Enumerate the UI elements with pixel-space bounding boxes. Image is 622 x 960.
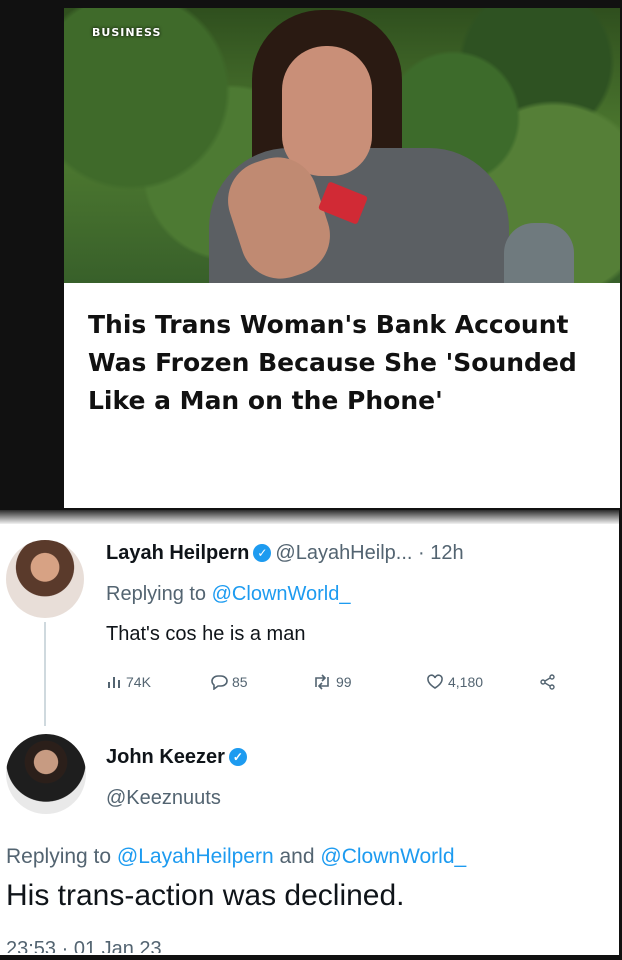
share-button[interactable] — [540, 674, 556, 690]
author-name[interactable]: John Keezer — [106, 746, 225, 768]
views-icon — [108, 677, 120, 688]
replying-to: Replying to @LayahHeilpern and @ClownWor… — [6, 845, 466, 869]
reply-icon — [211, 675, 228, 690]
screenshot-frame: BUSINESS This Trans Woman's Bank Account… — [0, 0, 622, 960]
category-badge: BUSINESS — [92, 26, 162, 39]
replying-prefix: Replying to — [106, 583, 207, 605]
divider — [0, 510, 619, 524]
photo-chair — [504, 223, 574, 283]
author-handle[interactable]: @Keeznuuts — [106, 787, 221, 810]
replying-prefix: Replying to — [6, 845, 112, 868]
verified-icon: ✓ — [253, 544, 272, 562]
tweet-text: That's cos he is a man — [106, 623, 306, 645]
share-icon — [540, 674, 555, 690]
tweet-timestamp[interactable]: 23:53 · 01 Jan 23 — [6, 939, 162, 953]
retweet-count: 99 — [336, 674, 352, 690]
avatar[interactable] — [6, 540, 84, 618]
thread-connector — [44, 622, 46, 726]
like-button[interactable]: 4,180 — [426, 674, 483, 690]
mention-link[interactable]: @LayahHeilpern — [117, 845, 274, 868]
tweet-header: Layah Heilpern ✓ @LayahHeilp... · 12h — [106, 542, 464, 565]
verified-icon: ✓ — [228, 748, 247, 766]
views-button[interactable]: 74K — [106, 674, 151, 690]
replying-to: Replying to @ClownWorld_ — [106, 583, 351, 606]
retweet-icon — [315, 674, 329, 690]
replying-and: and — [279, 845, 315, 868]
views-count: 74K — [126, 674, 151, 690]
separator: · — [418, 542, 425, 564]
tweet-actions: 74K 85 99 4,180 — [106, 674, 566, 696]
like-icon — [427, 674, 443, 689]
article-photo: BUSINESS — [64, 8, 620, 283]
author-name[interactable]: Layah Heilpern — [106, 542, 249, 564]
tweet-time[interactable]: 12h — [430, 542, 463, 564]
author-handle[interactable]: @LayahHeilp... — [275, 542, 412, 564]
article-card[interactable]: BUSINESS This Trans Woman's Bank Account… — [64, 8, 620, 508]
avatar[interactable] — [6, 734, 86, 814]
mention-link[interactable]: @ClownWorld_ — [320, 845, 466, 868]
reply-button[interactable]: 85 — [210, 674, 248, 690]
photo-subject-face — [282, 46, 372, 176]
retweet-button[interactable]: 99 — [312, 674, 352, 690]
tweet-thread: Layah Heilpern ✓ @LayahHeilp... · 12h Repl… — [0, 510, 619, 955]
reply-count: 85 — [232, 674, 248, 690]
mention-link[interactable]: @ClownWorld_ — [212, 583, 351, 605]
like-count: 4,180 — [448, 674, 484, 690]
tweet-header: John Keezer ✓ — [106, 746, 251, 769]
article-headline[interactable]: This Trans Woman's Bank Account Was Froz… — [88, 306, 608, 420]
tweet-text: His trans-action was declined. — [6, 879, 405, 912]
